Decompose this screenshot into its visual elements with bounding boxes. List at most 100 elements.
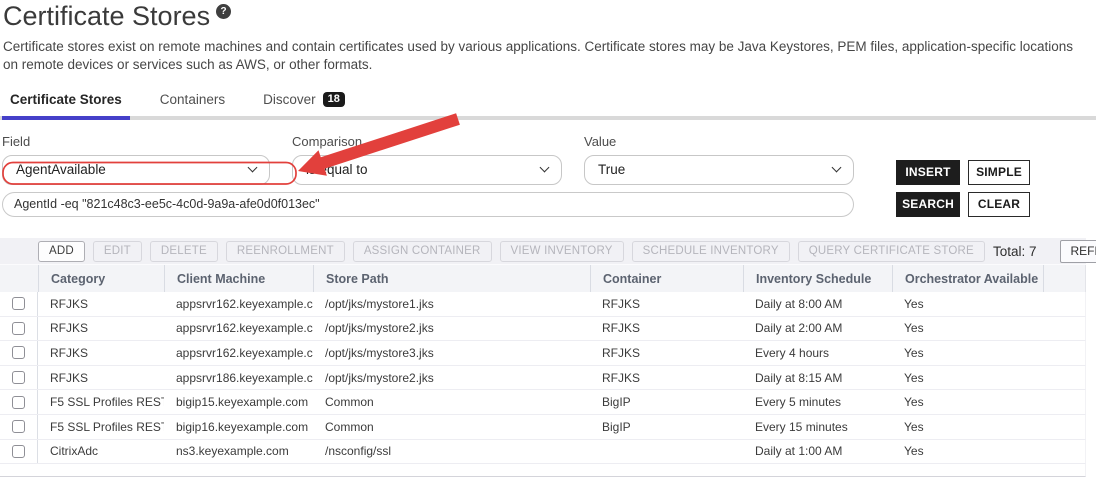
- tab-bar: Certificate Stores Containers Discover 1…: [0, 92, 1096, 120]
- chevron-down-icon: [248, 163, 258, 173]
- cell-spacer: [1043, 341, 1085, 365]
- table-row[interactable]: F5 SSL Profiles REST bigip16.keyexample.…: [0, 415, 1086, 440]
- certificate-stores-grid: ADD EDIT DELETE REENROLLMENT ASSIGN CONT…: [0, 238, 1086, 477]
- column-header-client-machine[interactable]: Client Machine: [164, 265, 313, 292]
- table-row[interactable]: RFJKS appsrvr186.keyexample.com /opt/jks…: [0, 366, 1086, 391]
- row-checkbox-cell: [0, 292, 38, 316]
- row-checkbox[interactable]: [12, 297, 25, 310]
- grid-action-button[interactable]: SCHEDULE INVENTORY: [632, 241, 790, 262]
- cell-client-machine: ns3.keyexample.com: [164, 440, 313, 464]
- column-header-orchestrator-available[interactable]: Orchestrator Available: [892, 265, 1043, 292]
- chevron-down-icon: [540, 163, 550, 173]
- cell-category: F5 SSL Profiles REST: [38, 390, 164, 414]
- cell-client-machine: appsrvr162.keyexample.com: [164, 341, 313, 365]
- cell-orchestrator-available: Yes: [892, 440, 1043, 464]
- page-title: Certificate Stores: [3, 2, 210, 32]
- row-checkbox[interactable]: [12, 346, 25, 359]
- grid-action-button[interactable]: ADD: [38, 241, 85, 262]
- column-header-spacer: [1043, 265, 1085, 292]
- table-row[interactable]: RFJKS appsrvr162.keyexample.com /opt/jks…: [0, 341, 1086, 366]
- grid-action-buttons: ADD EDIT DELETE REENROLLMENT ASSIGN CONT…: [38, 241, 985, 262]
- cell-store-path: /nsconfig/ssl: [313, 440, 590, 464]
- help-icon[interactable]: ?: [216, 4, 231, 19]
- cell-spacer: [1043, 317, 1085, 341]
- row-checkbox[interactable]: [12, 420, 25, 433]
- cell-inventory-schedule: Every 4 hours: [743, 341, 892, 365]
- grid-action-button[interactable]: VIEW INVENTORY: [500, 241, 624, 262]
- value-select-value: True: [598, 162, 625, 177]
- total-count: Total: 7: [993, 244, 1053, 259]
- cell-client-machine: appsrvr186.keyexample.com: [164, 366, 313, 390]
- tab-label: Containers: [160, 92, 225, 107]
- row-checkbox-cell: [0, 317, 38, 341]
- tab-label: Certificate Stores: [10, 92, 122, 107]
- table-row[interactable]: RFJKS appsrvr162.keyexample.com /opt/jks…: [0, 292, 1086, 317]
- table-row[interactable]: CitrixAdc ns3.keyexample.com /nsconfig/s…: [0, 440, 1086, 465]
- table-body: RFJKS appsrvr162.keyexample.com /opt/jks…: [0, 292, 1086, 464]
- table-header-row: Category Client Machine Store Path Conta…: [0, 265, 1086, 292]
- cell-category: RFJKS: [38, 317, 164, 341]
- grid-action-button[interactable]: DELETE: [150, 241, 218, 262]
- simple-button[interactable]: SIMPLE: [968, 160, 1030, 185]
- cell-category: F5 SSL Profiles REST: [38, 415, 164, 439]
- page-description: Certificate stores exist on remote machi…: [3, 38, 1090, 75]
- row-checkbox[interactable]: [12, 396, 25, 409]
- field-label: Field: [2, 134, 270, 149]
- insert-button[interactable]: INSERT: [896, 160, 960, 185]
- insert-simple-buttons: INSERT SIMPLE: [876, 160, 1096, 185]
- cell-inventory-schedule: Daily at 8:00 AM: [743, 292, 892, 316]
- row-checkbox[interactable]: [12, 445, 25, 458]
- row-checkbox-cell: [0, 341, 38, 365]
- cell-store-path: /opt/jks/mystore2.jks: [313, 366, 590, 390]
- tab[interactable]: Certificate Stores: [10, 92, 124, 116]
- cell-spacer: [1043, 292, 1085, 316]
- column-header-store-path[interactable]: Store Path: [313, 265, 590, 292]
- column-header-container[interactable]: Container: [590, 265, 743, 292]
- grid-action-button[interactable]: ASSIGN CONTAINER: [353, 241, 492, 262]
- cell-inventory-schedule: Daily at 8:15 AM: [743, 366, 892, 390]
- field-select-value: AgentAvailable: [16, 162, 106, 177]
- cell-category: RFJKS: [38, 292, 164, 316]
- table-footer-strip: [0, 464, 1086, 477]
- cell-inventory-schedule: Every 5 minutes: [743, 390, 892, 414]
- cell-container: [590, 440, 743, 464]
- refresh-button[interactable]: REFRESH: [1060, 240, 1096, 263]
- cell-container: BigIP: [590, 415, 743, 439]
- column-header-category[interactable]: Category: [38, 265, 164, 292]
- cell-inventory-schedule: Every 15 minutes: [743, 415, 892, 439]
- tab-label: Discover: [263, 92, 316, 107]
- search-button[interactable]: SEARCH: [896, 192, 960, 217]
- cell-store-path: /opt/jks/mystore3.jks: [313, 341, 590, 365]
- row-checkbox[interactable]: [12, 371, 25, 384]
- field-select[interactable]: AgentAvailable: [2, 155, 270, 185]
- grid-toolbar: ADD EDIT DELETE REENROLLMENT ASSIGN CONT…: [0, 238, 1086, 265]
- tab[interactable]: Discover 18: [263, 92, 347, 116]
- column-header-inventory-schedule[interactable]: Inventory Schedule: [743, 265, 892, 292]
- cell-store-path: Common: [313, 390, 590, 414]
- cell-store-path: Common: [313, 415, 590, 439]
- cell-spacer: [1043, 415, 1085, 439]
- grid-action-button[interactable]: REENROLLMENT: [226, 241, 345, 262]
- cell-client-machine: appsrvr162.keyexample.com: [164, 292, 313, 316]
- value-select[interactable]: True: [584, 155, 854, 185]
- chevron-down-icon: [832, 163, 842, 173]
- cell-spacer: [1043, 390, 1085, 414]
- comparison-select-value: is equal to: [306, 162, 368, 177]
- grid-action-button[interactable]: QUERY CERTIFICATE STORE: [798, 241, 985, 262]
- cell-orchestrator-available: Yes: [892, 292, 1043, 316]
- tab[interactable]: Containers: [160, 92, 227, 116]
- cell-category: RFJKS: [38, 341, 164, 365]
- clear-button[interactable]: CLEAR: [968, 192, 1030, 217]
- query-input[interactable]: [2, 192, 854, 217]
- row-checkbox[interactable]: [12, 322, 25, 335]
- row-checkbox-cell: [0, 415, 38, 439]
- cell-spacer: [1043, 366, 1085, 390]
- table-row[interactable]: RFJKS appsrvr162.keyexample.com /opt/jks…: [0, 317, 1086, 342]
- grid-action-button[interactable]: EDIT: [93, 241, 142, 262]
- cell-category: RFJKS: [38, 366, 164, 390]
- cell-inventory-schedule: Daily at 1:00 AM: [743, 440, 892, 464]
- query-input-wrap: [2, 192, 854, 217]
- cell-orchestrator-available: Yes: [892, 341, 1043, 365]
- table-row[interactable]: F5 SSL Profiles REST bigip15.keyexample.…: [0, 390, 1086, 415]
- comparison-select[interactable]: is equal to: [292, 155, 562, 185]
